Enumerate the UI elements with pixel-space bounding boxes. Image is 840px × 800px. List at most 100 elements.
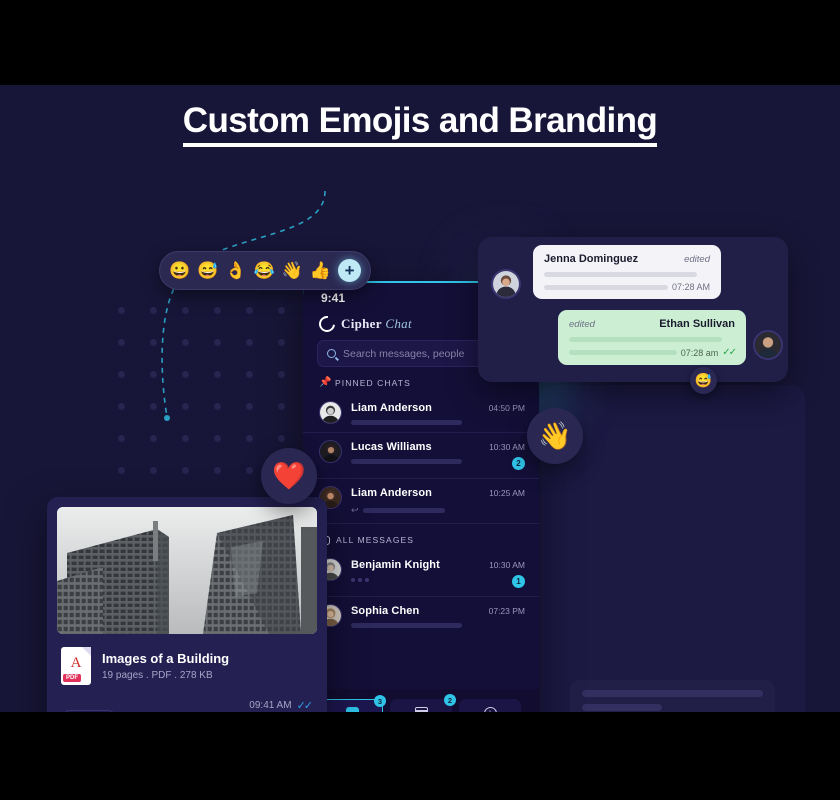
outgoing-message-bubble[interactable]: edited Ethan Sullivan 07:28 am ✓✓: [558, 310, 746, 365]
outgoing-timestamp: 07:28 am: [680, 347, 719, 358]
chat-item-meta: 04:50 PM: [489, 401, 525, 413]
conversation-panel: Jenna Dominguez edited 07:28 AM edited E…: [478, 237, 788, 394]
message-reaction-badge[interactable]: 😅: [690, 367, 717, 394]
status-time: 9:41: [321, 291, 346, 305]
chat-item-meta: 10:30 AM 1: [489, 558, 525, 589]
message-text-placeholder: [544, 272, 697, 277]
placeholder-line: [582, 690, 763, 697]
add-emoji-button[interactable]: +: [338, 259, 362, 282]
message-text-placeholder: [569, 337, 722, 342]
emoji-option-3[interactable]: 😂: [254, 262, 275, 279]
app-name: Cipher Chat: [341, 316, 412, 332]
chat-timestamp: 10:30 AM: [489, 442, 525, 452]
message-preview-placeholder: [351, 459, 462, 464]
chat-contact-name: Benjamin Knight: [351, 559, 440, 571]
avatar-image: [755, 332, 781, 358]
chat-list[interactable]: 📌 PINNED CHATS Liam Anderson 04:50 PM Lucas …: [303, 367, 539, 635]
chat-list-item[interactable]: Lucas Williams 10:30 AM 2: [303, 433, 539, 479]
pin-icon: 📌: [319, 377, 332, 388]
tab-chat[interactable]: Chat3: [321, 695, 386, 712]
chat-contact-name: Liam Anderson: [351, 487, 432, 499]
message-text-placeholder: [544, 284, 668, 290]
chat-timestamp: 10:30 AM: [489, 560, 525, 570]
chat-item-meta: 07:23 PM: [489, 604, 525, 616]
section-label: PINNED CHATS: [335, 378, 411, 388]
placeholder-card: [570, 680, 775, 712]
emoji-reaction-toolbar[interactable]: 😀 😅 👌 😂 👋 👍 +: [159, 251, 372, 290]
pdf-file-icon: A PDF: [61, 647, 91, 685]
avatar-image: [493, 271, 519, 297]
reply-arrow-icon: ↩: [351, 505, 359, 515]
chat-list-item[interactable]: Sophia Chen 07:23 PM: [303, 597, 539, 635]
tab-calendar[interactable]: Calendar2: [390, 694, 456, 712]
pdf-label: PDF: [63, 674, 81, 682]
floating-reaction-heart[interactable]: ❤️: [261, 448, 317, 504]
chat-preview-row: [351, 414, 480, 425]
section-label: ALL MESSAGES: [336, 535, 415, 545]
tab-badge: 3: [374, 695, 386, 707]
emoji-option-2[interactable]: 👌: [225, 262, 246, 279]
read-receipt-icon: ✓✓: [722, 347, 737, 358]
message-preview-placeholder: [351, 420, 462, 425]
section-header: ALL MESSAGES: [303, 524, 539, 551]
incoming-message-bubble[interactable]: Jenna Dominguez edited 07:28 AM: [533, 245, 721, 299]
avatar-image: [320, 441, 341, 462]
chat-item-meta: 10:30 AM 2: [489, 440, 525, 471]
message-preview-placeholder: [362, 508, 446, 513]
unread-badge: 1: [512, 575, 525, 588]
typing-indicator: [351, 578, 480, 582]
message-text-placeholder: [569, 350, 677, 355]
chat-item-body: Liam Anderson ↩: [351, 486, 480, 516]
chat-item-body: Lucas Williams: [351, 440, 480, 464]
file-title: Images of a Building: [102, 651, 230, 666]
placeholder-line: [582, 704, 662, 711]
chat-preview-row: [351, 617, 480, 628]
file-meta: 19 pages . PDF . 278 KB: [102, 670, 213, 681]
page-title-text: Custom Emojis and Branding: [182, 101, 658, 147]
file-timestamp: 09:41 AM: [249, 700, 292, 711]
chat-timestamp: 07:23 PM: [488, 606, 525, 616]
app-name-main: Cipher: [341, 316, 382, 331]
avatar-image: [320, 402, 341, 423]
chat-timestamp: 04:50 PM: [488, 403, 525, 413]
file-info: A PDF Images of a Building 19 pages . PD…: [57, 634, 317, 685]
emoji-option-4[interactable]: 👋: [282, 262, 303, 279]
avatar[interactable]: [319, 440, 342, 463]
avatar[interactable]: [491, 269, 521, 299]
search-icon: [327, 349, 336, 358]
chat-item-body: Sophia Chen: [351, 604, 480, 628]
chat-preview-row: ↩: [351, 499, 480, 516]
chat-list-item[interactable]: Liam Anderson 04:50 PM: [303, 394, 539, 433]
page-title: Custom Emojis and Branding: [0, 101, 840, 147]
chat-list-item[interactable]: Benjamin Knight 10:30 AM 1: [303, 551, 539, 597]
letterbox-top: [0, 0, 840, 85]
chat-timestamp: 10:25 AM: [489, 488, 525, 498]
outgoing-edited-label: edited: [569, 319, 595, 330]
app-name-accent: Chat: [385, 316, 412, 331]
avatar[interactable]: [319, 401, 342, 424]
read-receipt-icon: ✓✓: [296, 700, 314, 712]
emoji-option-1[interactable]: 😅: [197, 262, 218, 279]
chat-contact-name: Lucas Williams: [351, 441, 432, 453]
bottom-navigation[interactable]: Chat3Calendar2Updates: [303, 689, 539, 712]
incoming-sender-name: Jenna Dominguez: [544, 253, 639, 265]
building-photo-image: [57, 507, 317, 634]
cipher-logo-icon: [315, 312, 339, 336]
message-preview-placeholder: [351, 623, 462, 628]
tab-updates[interactable]: Updates: [459, 699, 521, 712]
file-message-card[interactable]: A PDF Images of a Building 19 pages . PD…: [47, 497, 327, 712]
screenshot-stage: Custom Emojis and Branding 😀 😅 👌 😂 👋 👍 + 9:41 …: [0, 0, 840, 800]
emoji-option-5[interactable]: 👍: [310, 262, 331, 279]
tab-badge: 2: [444, 694, 456, 706]
unread-badge: 2: [512, 457, 525, 470]
chat-item-meta: 10:25 AM: [489, 486, 525, 498]
chat-list-item[interactable]: Liam Anderson ↩ 10:25 AM: [303, 479, 539, 524]
floating-reaction-wave[interactable]: 👋: [527, 408, 583, 464]
emoji-option-0[interactable]: 😀: [169, 262, 190, 279]
file-card-footer: 09:41 AM ✓✓: [57, 685, 317, 712]
incoming-timestamp: 07:28 AM: [671, 282, 710, 292]
avatar[interactable]: [753, 330, 783, 360]
building-photo: [57, 507, 317, 634]
content-band: Custom Emojis and Branding 😀 😅 👌 😂 👋 👍 + 9:41 …: [0, 85, 840, 712]
chat-contact-name: Sophia Chen: [351, 605, 420, 617]
